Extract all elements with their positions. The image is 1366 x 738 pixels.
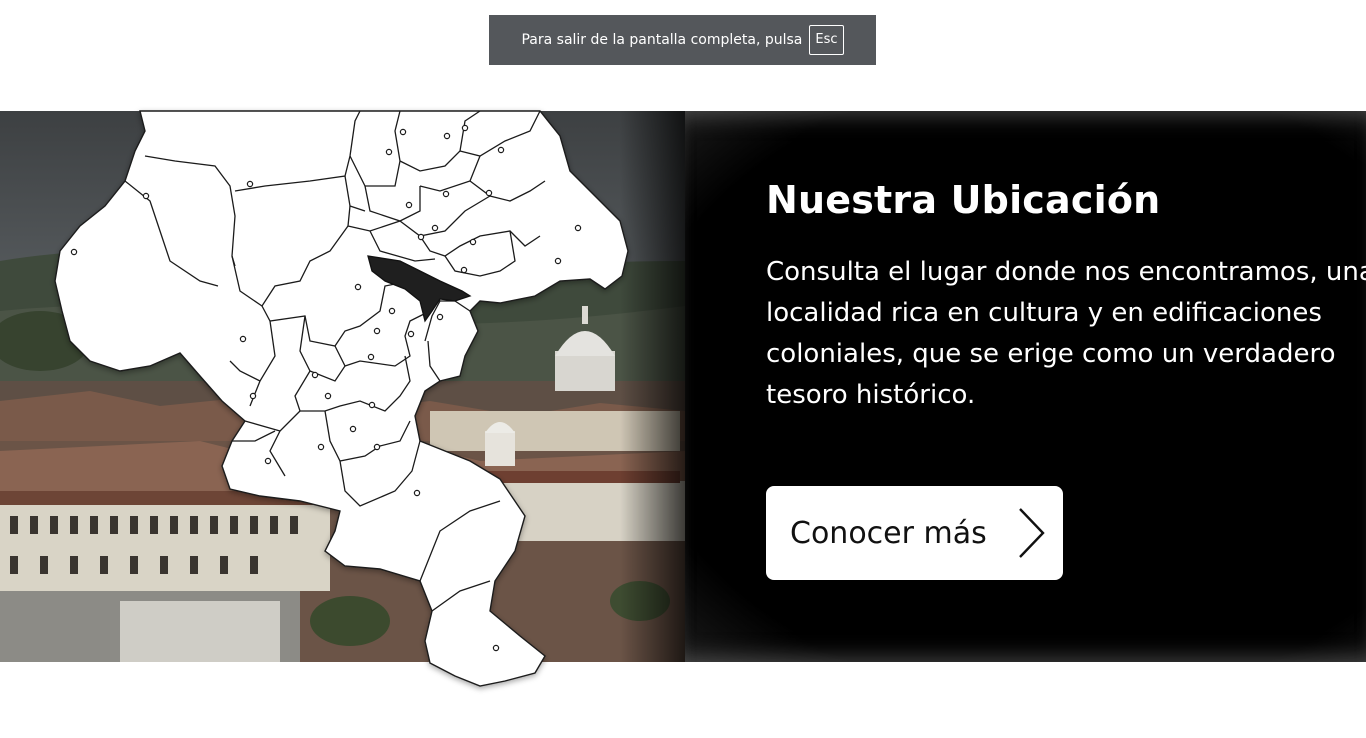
esc-key-badge[interactable]: Esc xyxy=(809,25,844,55)
learn-more-button[interactable]: Conocer más xyxy=(766,486,1063,580)
city-background-photo xyxy=(0,111,685,662)
chevron-right-icon xyxy=(1019,508,1045,558)
fullscreen-notice-text: Para salir de la pantalla completa, puls… xyxy=(521,32,803,48)
learn-more-label: Conocer más xyxy=(790,515,987,551)
section-description: Consulta el lugar donde nos encontramos,… xyxy=(766,257,1366,410)
fullscreen-exit-notice: Para salir de la pantalla completa, puls… xyxy=(489,15,876,65)
section-title: Nuestra Ubicación xyxy=(766,178,1161,222)
page: Para salir de la pantalla completa, puls… xyxy=(0,0,1366,738)
